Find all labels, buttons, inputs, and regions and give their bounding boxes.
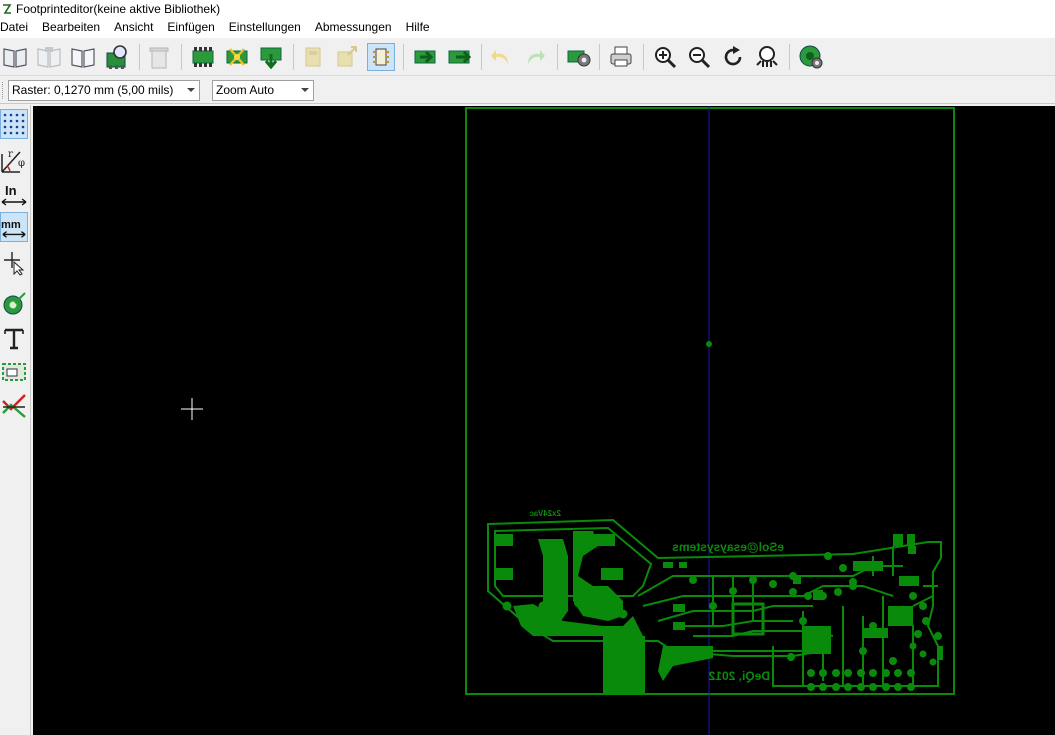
edge-display-button[interactable] — [0, 357, 28, 387]
pcb-text-plus: + — [608, 588, 614, 599]
zoom-fit-icon[interactable] — [753, 43, 781, 71]
cursor-shape-button[interactable] — [0, 247, 28, 277]
grid-icon — [3, 113, 25, 135]
high-contrast-button[interactable] — [0, 391, 28, 421]
library-open-icon[interactable] — [69, 43, 97, 71]
settings-icon[interactable] — [565, 43, 593, 71]
text-display-button[interactable] — [0, 323, 28, 353]
mm-icon: mm — [1, 219, 26, 238]
3d-viewer-icon[interactable] — [797, 43, 825, 71]
pcb-view[interactable]: 2x24Vac eSol@esaysystems DeQi, 2012 + - — [33, 106, 1055, 735]
grid-select[interactable]: Raster: 0,1270 mm (5,00 mils) — [8, 80, 200, 101]
load-footprint-icon[interactable] — [257, 43, 285, 71]
library-browse-icon[interactable] — [103, 43, 131, 71]
unit-mm-button[interactable]: mm — [0, 212, 28, 242]
pcb-text-voltage: 2x24Vac — [529, 509, 561, 518]
grid-toggle-button[interactable] — [0, 109, 28, 139]
redo-icon — [521, 43, 549, 71]
inch-icon: In — [1, 183, 27, 206]
menu-hilfe[interactable]: Hilfe — [399, 17, 437, 38]
app-icon — [2, 2, 12, 15]
print-icon[interactable] — [607, 43, 635, 71]
polar-phi-label: φ — [18, 158, 25, 169]
left-toolbar: r φ In mm — [0, 105, 31, 735]
cursor-crosshair — [181, 398, 203, 420]
redraw-icon[interactable] — [719, 43, 747, 71]
export-footprint-icon — [333, 43, 361, 71]
menu-ansicht[interactable]: Ansicht — [107, 17, 160, 38]
menu-einstellungen[interactable]: Einstellungen — [222, 17, 308, 38]
menu-einfuegen[interactable]: Einfügen — [160, 17, 221, 38]
window-title: Footprinteditor(keine aktive Bibliothek) — [16, 1, 221, 16]
polar-coords-button[interactable]: r φ — [0, 145, 28, 175]
zoom-in-icon[interactable] — [651, 43, 679, 71]
main-toolbar — [0, 38, 1055, 76]
zoom-out-icon[interactable] — [685, 43, 713, 71]
pcb-text-minus: - — [609, 604, 612, 615]
menu-datei[interactable]: Datei — [0, 17, 35, 38]
menu-bearbeiten[interactable]: Bearbeiten — [35, 17, 107, 38]
pad-icon — [3, 292, 26, 315]
polar-r-label: r — [8, 149, 13, 160]
insert-into-board-icon[interactable] — [445, 43, 473, 71]
unit-inch-button[interactable]: In — [0, 179, 28, 209]
load-from-board-icon[interactable] — [411, 43, 439, 71]
cursor-shape-icon — [4, 252, 25, 276]
module-edge-icon — [2, 363, 26, 381]
library-icon[interactable] — [1, 43, 29, 71]
polar-coords-icon: r φ — [1, 149, 25, 173]
wizard-icon[interactable] — [223, 43, 251, 71]
title-bar: Footprinteditor(keine aktive Bibliothek) — [0, 0, 1055, 17]
toolbar-grip — [2, 82, 4, 99]
text-sketch-icon — [4, 328, 24, 350]
zoom-select-value: Zoom Auto — [216, 83, 275, 97]
grid-select-value: Raster: 0,1270 mm (5,00 mils) — [12, 83, 174, 97]
library-dim-icon — [35, 43, 63, 71]
drawing-canvas[interactable]: 2x24Vac eSol@esaysystems DeQi, 2012 + - — [33, 106, 1055, 735]
pcb-text-email: eSol@esaysystems — [672, 540, 784, 554]
new-footprint-icon[interactable] — [189, 43, 217, 71]
chevron-down-icon — [301, 88, 309, 92]
anchor-point — [706, 341, 712, 347]
pcb-text-copyright: DeQi, 2012 — [708, 669, 770, 683]
pad-display-button[interactable] — [0, 289, 28, 319]
zoom-select[interactable]: Zoom Auto — [212, 80, 314, 101]
undo-icon — [487, 43, 515, 71]
save-footprint-icon — [299, 43, 327, 71]
menu-bar: Datei Bearbeiten Ansicht Einfügen Einste… — [0, 17, 1055, 38]
unit-inch-label: In — [5, 183, 17, 198]
trash-icon — [145, 43, 173, 71]
options-bar: Raster: 0,1270 mm (5,00 mils) Zoom Auto — [0, 77, 1055, 104]
menu-abmessungen[interactable]: Abmessungen — [308, 17, 399, 38]
unit-mm-label: mm — [1, 219, 21, 231]
chevron-down-icon — [187, 88, 195, 92]
footprint-properties-icon[interactable] — [367, 43, 395, 71]
high-contrast-icon — [2, 394, 26, 418]
